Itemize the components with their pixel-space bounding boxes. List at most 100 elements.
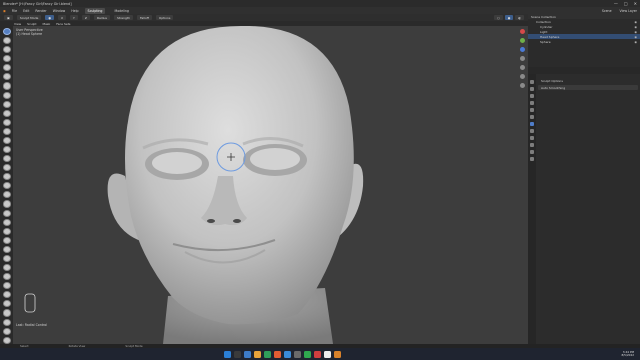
simplify-brush-icon[interactable] bbox=[2, 254, 11, 263]
data-tab-icon[interactable] bbox=[530, 150, 534, 154]
fill-brush-icon[interactable] bbox=[2, 127, 11, 135]
draw-sharp-brush-icon[interactable] bbox=[2, 37, 11, 45]
draw-brush-icon[interactable] bbox=[2, 28, 11, 36]
grab-brush-icon[interactable] bbox=[2, 164, 11, 172]
nudge-brush-icon[interactable] bbox=[2, 209, 11, 217]
wireframe-shading-icon[interactable]: ○ bbox=[494, 15, 503, 20]
elastic-deform-brush-icon[interactable] bbox=[2, 173, 11, 181]
line-project-icon[interactable] bbox=[2, 318, 11, 326]
rotate-brush-icon[interactable] bbox=[2, 218, 11, 226]
menu-window[interactable]: Window bbox=[53, 9, 66, 13]
view-layer-selector[interactable]: View Layer bbox=[620, 9, 637, 13]
box-face-set-icon[interactable] bbox=[2, 300, 11, 308]
options-dropdown[interactable]: Options bbox=[155, 15, 174, 20]
zoom-icon[interactable] bbox=[520, 56, 525, 61]
panel-header[interactable]: Sculpt Options bbox=[538, 78, 638, 83]
solid-shading-icon[interactable]: ● bbox=[504, 15, 514, 20]
taskbar-app-icon[interactable] bbox=[234, 350, 241, 358]
radius-field[interactable]: Radius bbox=[93, 15, 110, 20]
menu-file[interactable]: File bbox=[12, 9, 17, 13]
pinch-brush-icon[interactable] bbox=[2, 155, 11, 163]
brush-preview[interactable]: ● bbox=[45, 15, 54, 20]
eye-icon[interactable]: ◉ bbox=[634, 25, 637, 29]
layer-brush-icon[interactable] bbox=[2, 73, 11, 81]
eye-icon[interactable]: ◉ bbox=[634, 30, 637, 34]
multiplane-scrape-brush-icon[interactable] bbox=[2, 146, 11, 154]
box-mask-icon[interactable] bbox=[2, 282, 11, 290]
taskbar-app-icon[interactable] bbox=[294, 350, 301, 358]
eye-icon[interactable]: ◉ bbox=[634, 40, 637, 44]
world-tab-icon[interactable] bbox=[530, 115, 534, 119]
constraints-tab-icon[interactable] bbox=[530, 143, 534, 147]
minimize-icon[interactable]: — bbox=[614, 1, 618, 6]
scene-tab-icon[interactable] bbox=[530, 108, 534, 112]
snake-hook-brush-icon[interactable] bbox=[2, 182, 11, 190]
smooth-brush-icon[interactable] bbox=[2, 109, 11, 117]
taskbar-app-icon[interactable] bbox=[334, 350, 341, 358]
strength-field[interactable]: Strength bbox=[114, 15, 133, 20]
blender-logo-icon[interactable]: ◉ bbox=[3, 9, 6, 13]
taskbar-app-icon[interactable] bbox=[274, 350, 281, 358]
workspace-tab-sculpting[interactable]: Sculpting bbox=[84, 7, 106, 14]
editor-type-button[interactable]: ▣ bbox=[4, 15, 13, 20]
symmetry-z[interactable]: Z bbox=[81, 15, 90, 20]
taskbar-app-icon[interactable] bbox=[304, 350, 311, 358]
taskbar-app-icon[interactable] bbox=[244, 350, 251, 358]
modifiers-tab-icon[interactable] bbox=[530, 129, 534, 133]
axis-x-icon[interactable] bbox=[520, 29, 525, 34]
pan-icon[interactable] bbox=[520, 65, 525, 70]
render-tab-icon[interactable] bbox=[530, 87, 534, 91]
output-tab-icon[interactable] bbox=[530, 94, 534, 98]
maximize-icon[interactable]: □ bbox=[624, 1, 628, 6]
menu-sculpt[interactable]: Sculpt bbox=[27, 22, 36, 26]
axis-z-icon[interactable] bbox=[520, 47, 525, 52]
camera-icon[interactable] bbox=[520, 74, 525, 79]
eye-icon[interactable]: ◉ bbox=[634, 20, 637, 24]
mask-brush-icon[interactable] bbox=[2, 264, 11, 272]
menu-render[interactable]: Render bbox=[35, 9, 46, 13]
menu-edit[interactable]: Edit bbox=[23, 9, 29, 13]
cloth-filter-icon[interactable] bbox=[2, 336, 11, 344]
crease-brush-icon[interactable] bbox=[2, 100, 11, 108]
material-tab-icon[interactable] bbox=[530, 157, 534, 161]
taskbar-app-icon[interactable] bbox=[254, 350, 261, 358]
blob-brush-icon[interactable] bbox=[2, 91, 11, 99]
tool-tab-icon[interactable] bbox=[530, 80, 534, 84]
thumb-brush-icon[interactable] bbox=[2, 191, 11, 199]
falloff-dropdown[interactable]: Falloff bbox=[136, 15, 152, 20]
close-icon[interactable]: ✕ bbox=[634, 1, 637, 6]
axis-y-icon[interactable] bbox=[520, 38, 525, 43]
slide-relax-brush-icon[interactable] bbox=[2, 227, 11, 235]
inflate-brush-icon[interactable] bbox=[2, 82, 11, 90]
clay-thumb-brush-icon[interactable] bbox=[2, 64, 11, 72]
physics-tab-icon[interactable] bbox=[530, 136, 534, 140]
menu-help[interactable]: Help bbox=[71, 9, 78, 13]
menu-face-sets[interactable]: Face Sets bbox=[56, 22, 70, 26]
material-shading-icon[interactable]: ◐ bbox=[515, 15, 524, 20]
system-clock[interactable]: 3:44 PM 8/5/2022 bbox=[621, 350, 634, 358]
outliner-item-sphere[interactable]: Sphere ◉ bbox=[528, 39, 640, 44]
taskbar-app-icon[interactable] bbox=[324, 350, 331, 358]
workspace-tab-modeling[interactable]: Modeling bbox=[111, 8, 132, 14]
eye-icon[interactable]: ◉ bbox=[634, 35, 637, 39]
taskbar-app-icon[interactable] bbox=[314, 350, 321, 358]
perspective-toggle-icon[interactable] bbox=[520, 83, 525, 88]
taskbar-app-icon[interactable] bbox=[264, 350, 271, 358]
menu-mask[interactable]: Mask bbox=[43, 22, 51, 26]
view-layer-tab-icon[interactable] bbox=[530, 101, 534, 105]
flatten-brush-icon[interactable] bbox=[2, 118, 11, 126]
pose-brush-icon[interactable] bbox=[2, 200, 11, 208]
scene-selector[interactable]: Scene bbox=[602, 9, 612, 13]
draw-face-sets-icon[interactable] bbox=[2, 273, 11, 281]
mode-selector[interactable]: Sculpt Mode bbox=[16, 15, 42, 20]
3d-viewport[interactable]: User Perspective (1) Head Sphere Last: R… bbox=[13, 26, 528, 344]
object-tab-icon[interactable] bbox=[530, 122, 534, 126]
taskbar-app-icon[interactable] bbox=[284, 350, 291, 358]
cloth-brush-icon[interactable] bbox=[2, 245, 11, 253]
menu-view[interactable]: View bbox=[14, 22, 21, 26]
box-hide-icon[interactable] bbox=[2, 291, 11, 299]
mesh-filter-icon[interactable] bbox=[2, 327, 11, 335]
boundary-brush-icon[interactable] bbox=[2, 236, 11, 244]
box-trim-icon[interactable] bbox=[2, 309, 11, 317]
clay-strips-brush-icon[interactable] bbox=[2, 55, 11, 63]
